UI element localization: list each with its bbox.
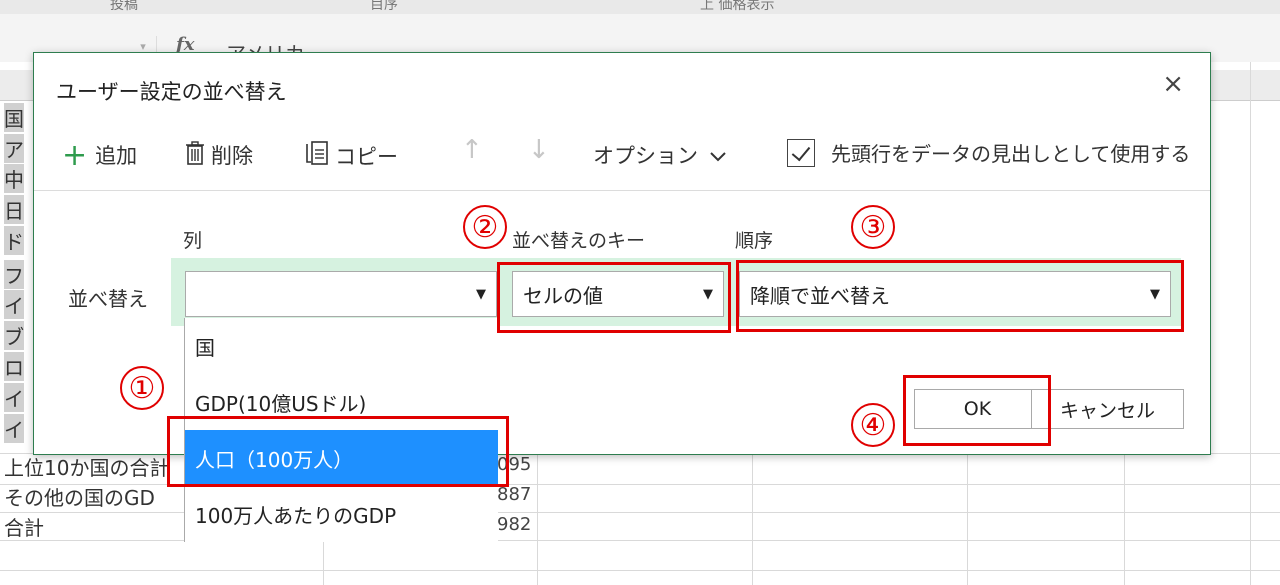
copy-icon: [305, 140, 329, 171]
toolbar-divider: [34, 190, 1210, 191]
header-row-checkbox[interactable]: [787, 138, 815, 167]
header-row-checkbox-group[interactable]: 先頭行をデータの見出しとして使用する: [787, 138, 1190, 167]
row-label[interactable]: ア: [4, 134, 24, 163]
ribbon-fragment: 上 価格表示: [700, 0, 775, 13]
row-label[interactable]: ロ: [4, 352, 24, 381]
annotation-number-3: ③: [851, 205, 895, 249]
row-label[interactable]: 上位10か国の合計: [4, 452, 169, 481]
row-label[interactable]: 日: [4, 195, 24, 224]
copy-label: コピー: [335, 144, 398, 169]
plus-icon: +: [62, 137, 88, 173]
ribbon-fragment: 投稿: [110, 0, 138, 13]
delete-label: 削除: [211, 144, 253, 168]
row-label[interactable]: ブ: [4, 321, 24, 350]
copy-level-button[interactable]: コピー: [305, 140, 398, 171]
row-label[interactable]: 国: [4, 103, 24, 132]
delete-level-button[interactable]: 削除: [185, 140, 253, 170]
row-label[interactable]: フ: [4, 260, 24, 289]
row-label[interactable]: 中: [4, 164, 24, 193]
row-label[interactable]: その他の国のGD: [4, 482, 155, 511]
row-label[interactable]: イ: [4, 383, 24, 412]
move-down-arrow-icon[interactable]: ↓: [528, 135, 550, 165]
dialog-title: ユーザー設定の並べ替え: [56, 80, 287, 104]
chevron-down-icon: [710, 143, 726, 167]
close-icon[interactable]: ×: [1162, 71, 1184, 97]
row-label[interactable]: イ: [4, 414, 24, 443]
options-label: オプション: [593, 144, 698, 168]
dropdown-arrow-icon: ▼: [476, 286, 486, 302]
dropdown-option[interactable]: 国: [185, 318, 498, 374]
row-label[interactable]: 合計: [4, 512, 44, 541]
sort-key-heading: 並べ替えのキー: [512, 230, 646, 252]
cell-value[interactable]: 982: [497, 514, 531, 535]
add-label: 追加: [95, 144, 138, 168]
annotation-box-1: [167, 416, 509, 487]
column-select[interactable]: ▼: [185, 271, 497, 317]
cell-value[interactable]: 887: [497, 484, 531, 505]
column-heading: 列: [183, 230, 203, 252]
ribbon-strip: 投稿 目序 上 価格表示: [0, 0, 1280, 15]
row-label[interactable]: イ: [4, 290, 24, 319]
add-level-button[interactable]: + 追加: [62, 140, 137, 170]
trash-icon: [185, 140, 205, 170]
annotation-box-3: [736, 260, 1184, 332]
annotation-box-4: [903, 375, 1051, 446]
header-row-checkbox-label: 先頭行をデータの見出しとして使用する: [831, 142, 1191, 166]
annotation-number-1: ①: [120, 366, 164, 410]
annotation-number-4: ④: [851, 403, 895, 447]
move-up-arrow-icon[interactable]: ↑: [461, 135, 483, 165]
row-label[interactable]: ド: [4, 226, 24, 255]
annotation-number-2: ②: [463, 205, 507, 249]
options-button[interactable]: オプション: [593, 140, 726, 170]
dropdown-option[interactable]: 100万人あたりのGDP: [185, 486, 498, 542]
sort-level-label: 並べ替え: [68, 287, 148, 311]
order-heading: 順序: [735, 230, 774, 252]
ribbon-fragment: 目序: [370, 0, 398, 13]
annotation-box-2: [497, 262, 731, 333]
cancel-button[interactable]: キャンセル: [1031, 389, 1184, 429]
